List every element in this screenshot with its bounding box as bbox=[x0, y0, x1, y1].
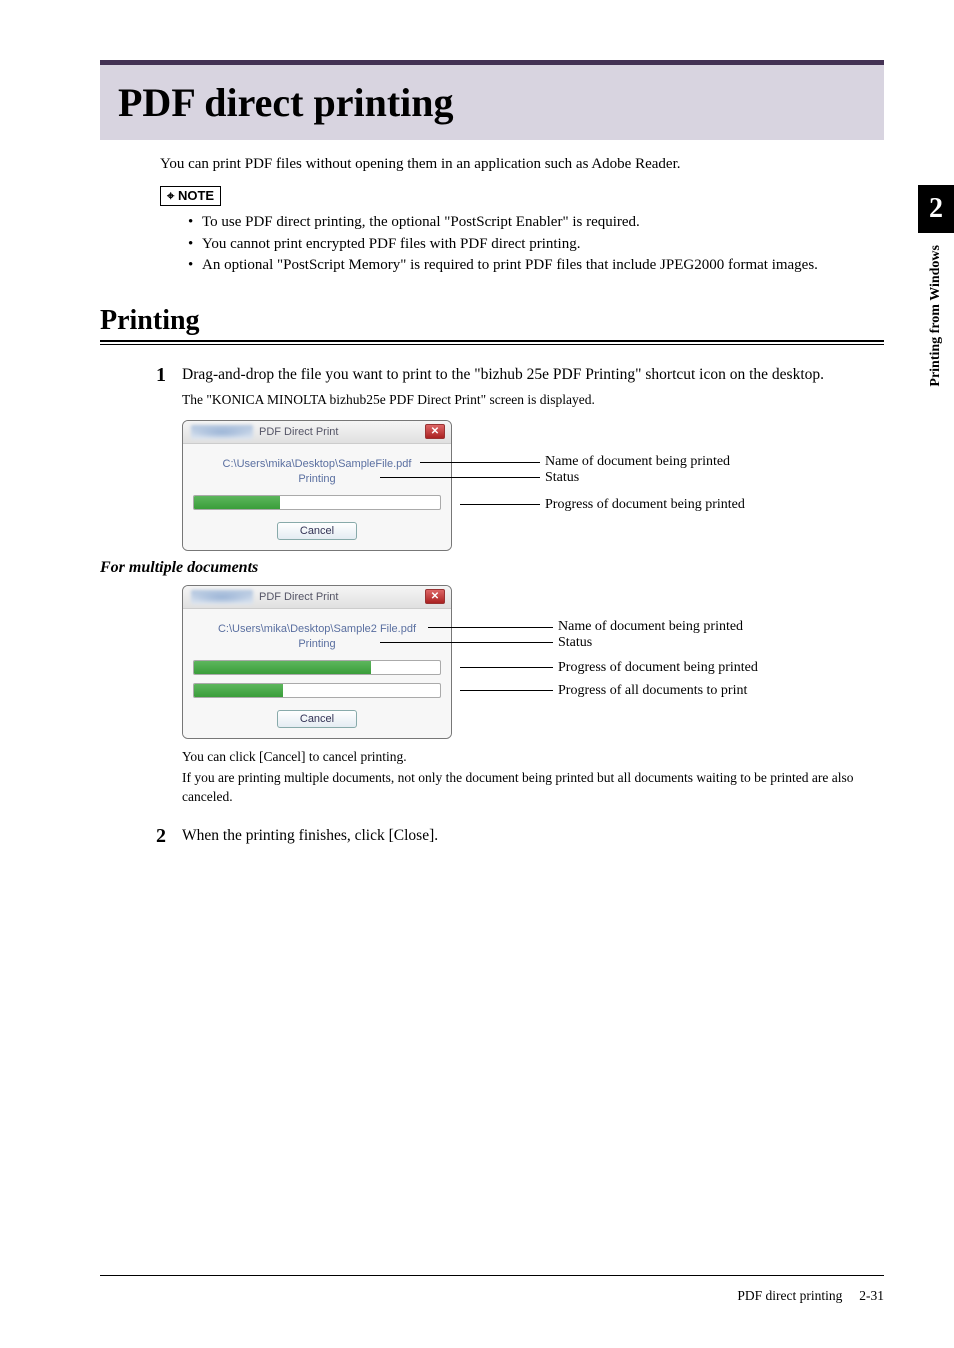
step-1: 1 Drag-and-drop the file you want to pri… bbox=[156, 364, 884, 387]
subheading-multiple: For multiple documents bbox=[100, 559, 884, 577]
step-1-sub: The "KONICA MINOLTA bizhub25e PDF Direct… bbox=[182, 391, 884, 410]
file-path: C:\Users\mika\Desktop\Sample2 File.pdf bbox=[193, 623, 441, 635]
close-icon[interactable]: ✕ bbox=[425, 424, 445, 439]
footer-rule bbox=[100, 1275, 884, 1276]
cancel-button[interactable]: Cancel bbox=[277, 522, 357, 540]
file-path: C:\Users\mika\Desktop\SampleFile.pdf bbox=[193, 458, 441, 470]
callout-name: Name of document being printed bbox=[545, 454, 730, 471]
callout-name: Name of document being printed bbox=[558, 619, 743, 636]
dialog-title: PDF Direct Print bbox=[259, 591, 338, 603]
close-icon[interactable]: ✕ bbox=[425, 589, 445, 604]
note-list: •To use PDF direct printing, the optiona… bbox=[188, 212, 884, 277]
progress-bar-2 bbox=[193, 683, 441, 698]
progress-fill bbox=[194, 684, 283, 697]
window-icon bbox=[191, 590, 253, 604]
dialog-title: PDF Direct Print bbox=[259, 426, 338, 438]
note-item: To use PDF direct printing, the optional… bbox=[202, 212, 640, 234]
step-number: 1 bbox=[156, 364, 182, 387]
window-icon bbox=[191, 425, 253, 439]
section-heading: Printing bbox=[100, 305, 884, 342]
step-text: When the printing finishes, click [Close… bbox=[182, 825, 884, 848]
dialog-body: C:\Users\mika\Desktop\Sample2 File.pdf P… bbox=[183, 609, 451, 738]
callout-progress-2: Progress of all documents to print bbox=[558, 683, 747, 700]
dialog-titlebar: PDF Direct Print ✕ bbox=[183, 586, 451, 609]
status-text: Printing bbox=[193, 473, 441, 485]
step-text: Drag-and-drop the file you want to print… bbox=[182, 364, 884, 387]
footer-page: 2-31 bbox=[859, 1288, 884, 1303]
dialog-2-block: PDF Direct Print ✕ C:\Users\mika\Desktop… bbox=[182, 585, 884, 740]
dialog-1-block: PDF Direct Print ✕ C:\Users\mika\Desktop… bbox=[182, 420, 884, 551]
dialog-1: PDF Direct Print ✕ C:\Users\mika\Desktop… bbox=[182, 420, 452, 551]
dialog-2: PDF Direct Print ✕ C:\Users\mika\Desktop… bbox=[182, 585, 452, 739]
footer: PDF direct printing 2-31 bbox=[737, 1288, 884, 1304]
progress-bar-1 bbox=[193, 660, 441, 675]
cancel-note-a: You can click [Cancel] to cancel printin… bbox=[182, 748, 884, 767]
status-text: Printing bbox=[193, 638, 441, 650]
intro-text: You can print PDF files without opening … bbox=[160, 154, 884, 176]
callout-progress-1: Progress of document being printed bbox=[558, 660, 758, 677]
cancel-note-b: If you are printing multiple documents, … bbox=[182, 769, 884, 807]
step-2: 2 When the printing finishes, click [Clo… bbox=[156, 825, 884, 848]
footer-title: PDF direct printing bbox=[737, 1288, 842, 1303]
progress-fill bbox=[194, 496, 280, 509]
progress-fill bbox=[194, 661, 371, 674]
cancel-button[interactable]: Cancel bbox=[277, 710, 357, 728]
note-item: You cannot print encrypted PDF files wit… bbox=[202, 234, 580, 256]
note-item: An optional "PostScript Memory" is requi… bbox=[202, 255, 818, 277]
callout-status: Status bbox=[545, 470, 579, 487]
dialog-body: C:\Users\mika\Desktop\SampleFile.pdf Pri… bbox=[183, 444, 451, 550]
callout-status: Status bbox=[558, 635, 592, 652]
note-label: NOTE bbox=[160, 186, 221, 206]
step-number: 2 bbox=[156, 825, 182, 848]
main-heading: PDF direct printing bbox=[118, 79, 866, 126]
main-heading-box: PDF direct printing bbox=[100, 60, 884, 140]
progress-bar bbox=[193, 495, 441, 510]
callout-progress: Progress of document being printed bbox=[545, 497, 745, 514]
dialog-titlebar: PDF Direct Print ✕ bbox=[183, 421, 451, 444]
